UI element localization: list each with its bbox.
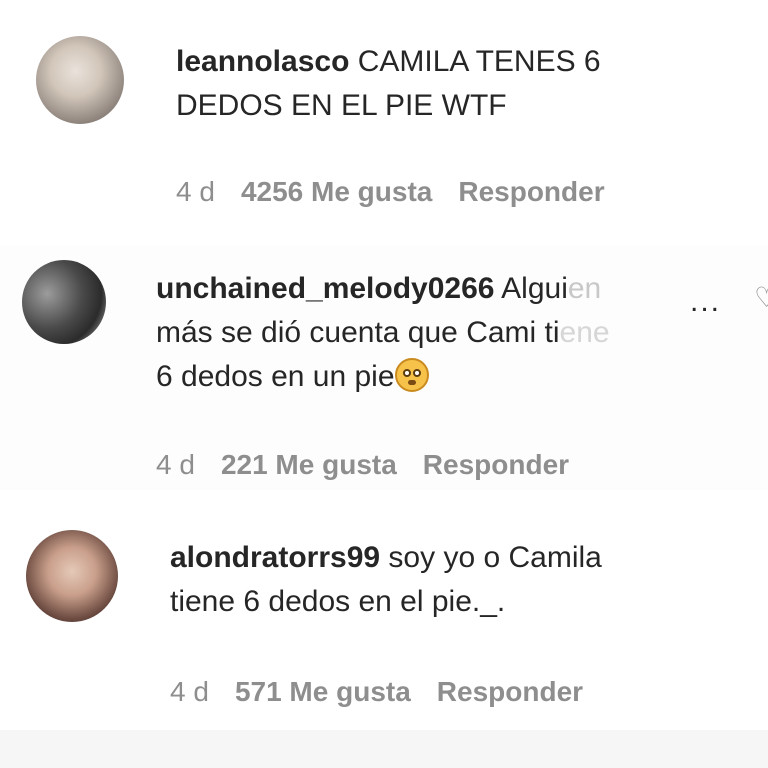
comment-time: 4 d — [156, 449, 195, 480]
comment-item: alondratorrs99 soy yo o Camila tiene 6 d… — [0, 490, 768, 730]
footer-strip — [0, 730, 768, 768]
comment-time: 4 d — [170, 676, 209, 707]
comment-text: tiene 6 dedos en el pie._. — [170, 585, 506, 618]
likes-count[interactable]: 4256 Me gusta — [241, 176, 432, 208]
likes-count[interactable]: 221 Me gusta — [221, 449, 397, 481]
more-options-button[interactable]: ... — [690, 285, 721, 319]
avatar[interactable] — [22, 260, 106, 344]
comment-username[interactable]: alondratorrs99 — [170, 541, 380, 574]
comment-body: unchained_melody0266 Alguien más se dió … — [156, 267, 756, 399]
avatar[interactable] — [36, 36, 124, 124]
reply-button[interactable]: Responder — [458, 176, 604, 208]
comment-item: unchained_melody0266 Alguien más se dió … — [0, 245, 768, 490]
comment-text-faded: ene — [559, 316, 610, 349]
comment-text: 6 dedos en un pie — [156, 360, 395, 393]
comment-username[interactable]: leannolasco — [176, 45, 349, 78]
like-heart-icon[interactable]: ♡ — [754, 281, 768, 314]
comment-text: DEDOS EN EL PIE WTF — [176, 89, 507, 122]
avatar[interactable] — [26, 530, 118, 622]
comment-meta: 4 d 221 Me gusta Responder — [156, 449, 569, 481]
comment-text: Algui — [501, 272, 568, 305]
comment-meta: 4 d 571 Me gusta Responder — [170, 676, 583, 708]
reply-button[interactable]: Responder — [423, 449, 569, 481]
comment-text: soy yo o Camila — [388, 541, 602, 574]
reply-button[interactable]: Responder — [437, 676, 583, 708]
comment-time: 4 d — [176, 176, 215, 207]
comment-meta: 4 d 4256 Me gusta Responder — [176, 176, 605, 208]
comment-text: CAMILA TENES 6 — [357, 45, 601, 78]
comment-username[interactable]: unchained_melody0266 — [156, 272, 494, 305]
comment-item: leannolasco CAMILA TENES 6 DEDOS EN EL P… — [0, 0, 768, 245]
flushed-face-emoji-icon — [394, 358, 429, 392]
comment-text: más se dió cuenta que Cami ti — [156, 316, 560, 349]
likes-count[interactable]: 571 Me gusta — [235, 676, 411, 708]
comment-body: alondratorrs99 soy yo o Camila tiene 6 d… — [170, 536, 740, 624]
comment-text-faded: en — [567, 272, 602, 305]
comment-body: leannolasco CAMILA TENES 6 DEDOS EN EL P… — [176, 40, 736, 128]
